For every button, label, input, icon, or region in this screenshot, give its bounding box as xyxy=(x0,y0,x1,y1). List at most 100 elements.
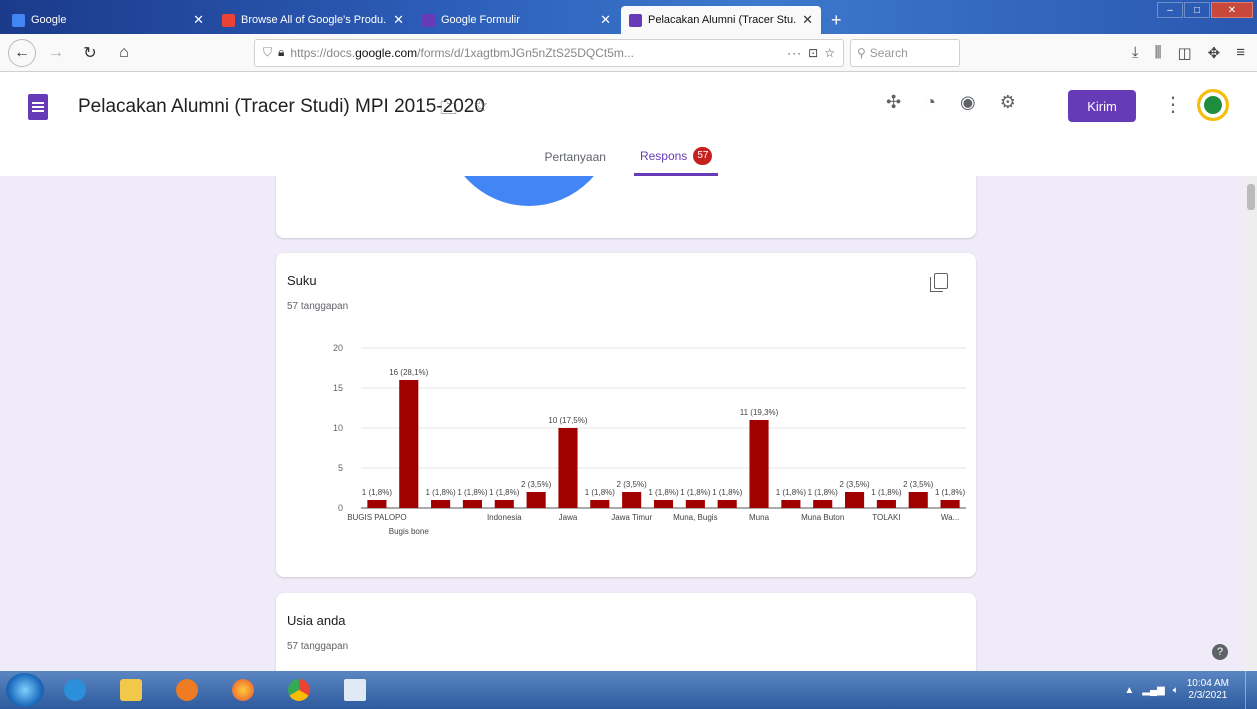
star-icon[interactable]: ☆ xyxy=(473,96,488,125)
close-tab-icon[interactable]: ✕ xyxy=(393,12,404,28)
bar xyxy=(462,500,482,508)
favicon-icon xyxy=(422,13,435,27)
bar xyxy=(590,500,610,508)
data-label: 1 (1,8%) xyxy=(489,488,520,497)
bar xyxy=(845,492,865,508)
data-label: 2 (3,5%) xyxy=(617,480,648,489)
close-tab-icon[interactable]: ✕ xyxy=(802,12,813,28)
bar xyxy=(622,492,642,508)
bar xyxy=(653,500,674,508)
reload-button[interactable]: ↻ xyxy=(76,39,104,67)
url-path: /forms/d/1xagtbmJGn5nZtS25DQCt5m... xyxy=(417,45,634,60)
data-label: 1 (1,8%) xyxy=(808,488,839,497)
tab-questions[interactable]: Pertanyaan xyxy=(539,138,612,176)
browser-tab[interactable]: Google ✕ xyxy=(4,6,212,34)
network-icon[interactable]: ▂▄▆ xyxy=(1142,685,1164,696)
bar xyxy=(781,500,801,508)
forward-button[interactable]: → xyxy=(42,39,70,67)
firefox-icon xyxy=(232,679,254,701)
tab-title: Google Formulir xyxy=(441,14,520,26)
favicon-icon xyxy=(12,13,25,27)
data-label: 1 (1,8%) xyxy=(425,488,456,497)
taskbar-explorer[interactable] xyxy=(106,674,156,706)
close-tab-icon[interactable]: ✕ xyxy=(193,12,204,28)
previous-question-card xyxy=(276,176,976,238)
url-bar[interactable]: ⛉ 🔒︎ https://docs. google.com/forms/d/1xa… xyxy=(254,38,844,67)
taskbar-firefox[interactable] xyxy=(218,674,268,706)
data-label: 1 (1,8%) xyxy=(935,488,966,497)
data-label: 10 (17,5%) xyxy=(548,416,587,425)
chrome-icon xyxy=(288,679,310,701)
bar xyxy=(717,500,737,508)
system-tray: ▲ ▂▄▆ 🔈︎ 10:04 AM 2/3/2021 xyxy=(1124,678,1239,702)
responses-content: Suku 57 tanggapan 0 5 10 15 20 1 (1,8%) BUGIS … xyxy=(0,176,1257,671)
maximize-button[interactable]: □ xyxy=(1184,2,1210,18)
sidebar-icon[interactable]: ◫ xyxy=(1177,44,1191,62)
library-icon[interactable]: ⫼ xyxy=(1155,44,1162,62)
question-title: Suku xyxy=(287,273,317,288)
back-button[interactable]: ← xyxy=(8,38,36,67)
close-tab-icon[interactable]: ✕ xyxy=(600,12,611,28)
folder-icon[interactable]: 🗀 xyxy=(440,96,457,125)
browser-tab[interactable]: Pelacakan Alumni (Tracer Stu... ✕ xyxy=(621,6,821,34)
bookmark-star-icon[interactable]: ☆ xyxy=(824,46,835,60)
new-tab-button[interactable]: + xyxy=(823,6,850,34)
x-tick-label: Muna, Bugis xyxy=(673,513,717,522)
data-label: 2 (3,5%) xyxy=(521,480,552,489)
home-button[interactable]: ⌂ xyxy=(110,39,138,67)
browser-tab[interactable]: Browse All of Google's Produ... ✕ xyxy=(214,6,412,34)
addon-puzzle-icon[interactable]: ✣ xyxy=(886,92,901,113)
help-icon[interactable]: ? xyxy=(1212,644,1228,660)
search-placeholder: Search xyxy=(869,45,908,60)
palette-icon[interactable]: ◔ xyxy=(925,92,936,113)
close-window-button[interactable]: ✕ xyxy=(1211,2,1253,18)
tab-title: Google xyxy=(31,14,67,26)
page-scrollbar[interactable] xyxy=(1245,176,1257,671)
copy-chart-icon[interactable] xyxy=(930,273,948,292)
clock-date: 2/3/2021 xyxy=(1188,690,1228,701)
search-bar[interactable]: ⚲ Search xyxy=(850,38,960,67)
bar xyxy=(558,428,578,508)
send-button[interactable]: Kirim xyxy=(1068,90,1136,122)
tab-title: Browse All of Google's Produ... xyxy=(241,14,388,26)
tray-arrow-icon[interactable]: ▲ xyxy=(1124,685,1134,696)
x-tick-label: Muna xyxy=(749,513,770,522)
taskbar-chrome[interactable] xyxy=(274,674,324,706)
preview-eye-icon[interactable]: ◉ xyxy=(960,92,976,113)
scrollbar-thumb[interactable] xyxy=(1247,184,1255,210)
settings-gear-icon[interactable]: ⚙ xyxy=(1000,92,1016,113)
browser-tab[interactable]: Google Formulir ✕ xyxy=(414,6,619,34)
data-label: 1 (1,8%) xyxy=(585,488,616,497)
show-desktop-button[interactable] xyxy=(1245,671,1257,709)
ie-icon xyxy=(64,679,86,701)
taskbar-media[interactable] xyxy=(162,674,212,706)
forms-logo-icon[interactable] xyxy=(28,94,48,120)
response-count: 57 tanggapan xyxy=(287,301,349,312)
pocket-icon[interactable]: ⊡ xyxy=(808,46,818,60)
y-tick-label: 20 xyxy=(333,343,343,353)
download-icon[interactable]: ⤓ xyxy=(1132,44,1139,62)
bar xyxy=(685,500,705,508)
data-label: 1 (1,8%) xyxy=(776,488,807,497)
extension-icon[interactable]: ✥ xyxy=(1208,44,1221,62)
start-button[interactable] xyxy=(6,673,44,707)
menu-icon[interactable]: ≡ xyxy=(1236,44,1245,62)
x-tick-label: Muna Buton xyxy=(801,513,844,522)
account-avatar[interactable] xyxy=(1197,89,1229,121)
volume-icon[interactable]: 🔈︎ xyxy=(1173,685,1179,696)
more-options-icon[interactable]: ⋮ xyxy=(1163,92,1183,117)
tab-responses[interactable]: Respons 57 xyxy=(633,138,719,176)
bar xyxy=(367,500,387,508)
minimize-button[interactable]: – xyxy=(1157,2,1183,18)
tab-title: Pelacakan Alumni (Tracer Stu... xyxy=(648,14,797,26)
form-title[interactable]: Pelacakan Alumni (Tracer Studi) MPI 2015… xyxy=(78,96,485,118)
taskbar-app[interactable] xyxy=(330,674,380,706)
page-actions-button[interactable]: ··· xyxy=(787,46,802,60)
taskbar-ie[interactable] xyxy=(50,674,100,706)
x-tick-label: Jawa Timur xyxy=(611,513,652,522)
x-tick-label: TOLAKI xyxy=(872,513,900,522)
data-label: 1 (1,8%) xyxy=(648,488,679,497)
x-tick-label: Indonesia xyxy=(487,513,522,522)
data-label: 2 (3,5%) xyxy=(839,480,870,489)
clock[interactable]: 10:04 AM 2/3/2021 xyxy=(1187,678,1229,702)
